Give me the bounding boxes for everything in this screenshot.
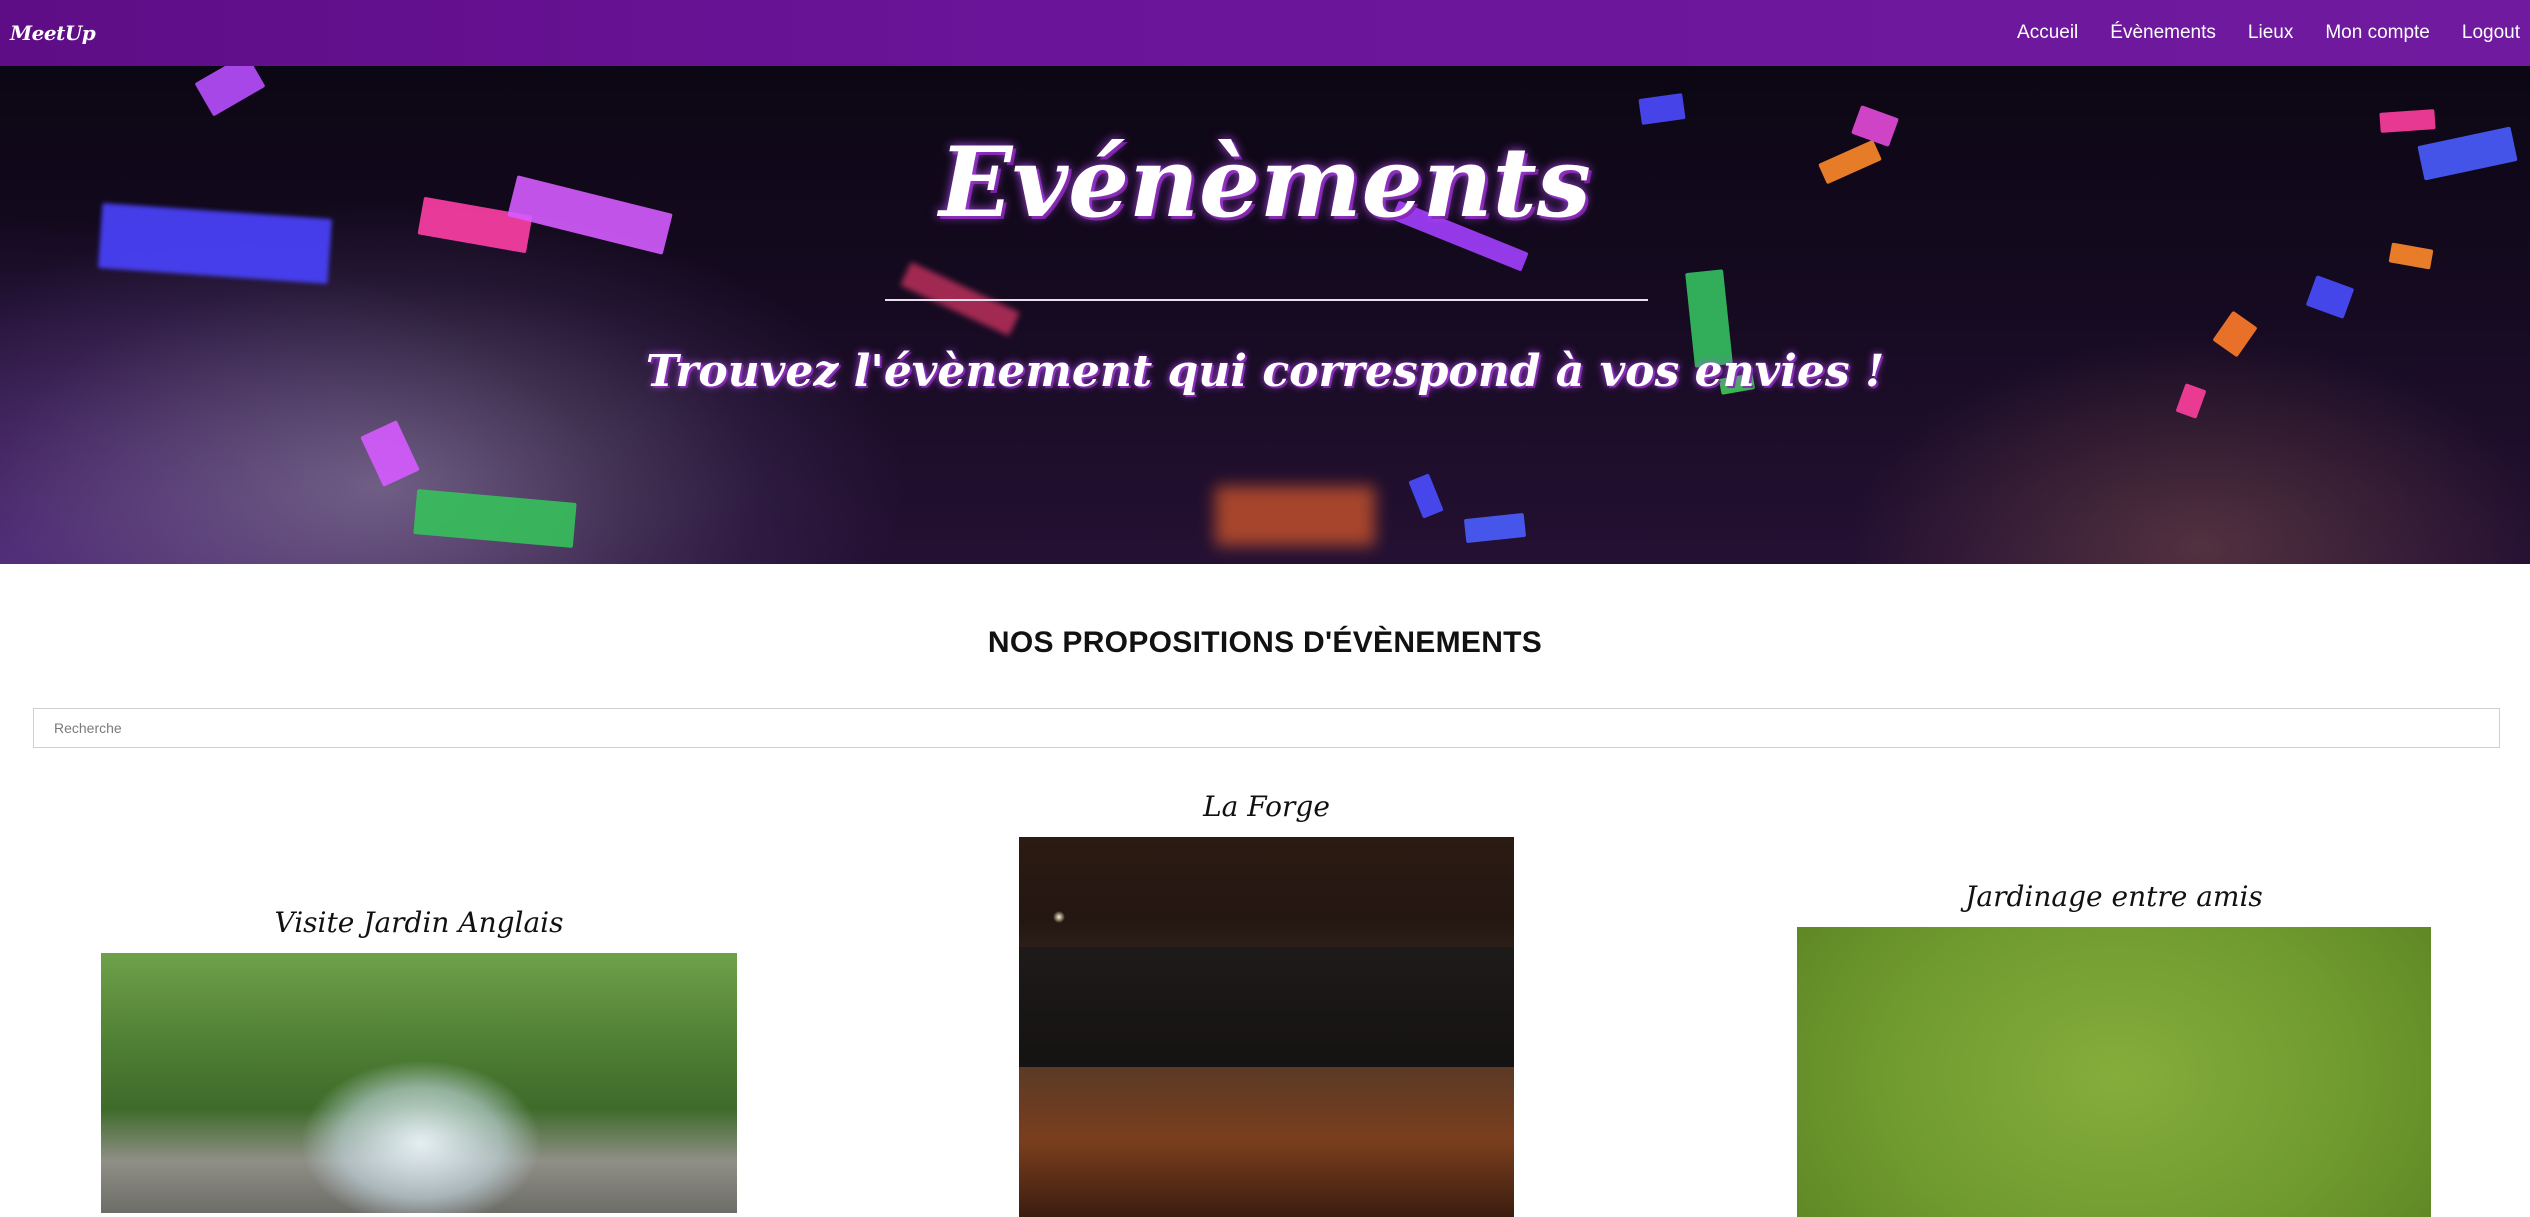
- garden-lawn-image[interactable]: [1797, 927, 2431, 1217]
- confetti-piece: [2305, 275, 2355, 319]
- search-input[interactable]: [33, 708, 2500, 748]
- hero-subtitle: Trouvez l'évènement qui correspond à vos…: [645, 346, 1885, 397]
- event-card[interactable]: La Forge: [1019, 790, 1514, 1217]
- nav-link-logout[interactable]: Logout: [2462, 22, 2520, 44]
- confetti-piece: [2388, 242, 2434, 270]
- confetti-piece: [1463, 512, 1527, 544]
- brand-logo[interactable]: MeetUp: [10, 21, 96, 45]
- event-card-title[interactable]: Jardinage entre amis: [1797, 880, 2431, 913]
- confetti-piece: [360, 420, 420, 487]
- event-card[interactable]: Jardinage entre amis: [1797, 880, 2431, 1217]
- top-navbar: MeetUp Accueil Évènements Lieux Mon comp…: [0, 0, 2530, 66]
- nav-link-mon-compte[interactable]: Mon compte: [2325, 22, 2430, 44]
- nav-link-lieux[interactable]: Lieux: [2248, 22, 2293, 44]
- chalkboard-menu-graphic: [1019, 947, 1514, 1067]
- confetti-piece: [1638, 93, 1686, 125]
- confetti-piece: [194, 66, 266, 117]
- nav-link-accueil[interactable]: Accueil: [2017, 22, 2078, 44]
- event-card-title[interactable]: La Forge: [1019, 790, 1514, 823]
- park-fountain-image[interactable]: [101, 953, 737, 1213]
- confetti-piece: [1408, 473, 1444, 519]
- section-title: NOS PROPOSITIONS D'ÉVÈNEMENTS: [987, 626, 1543, 659]
- bar-interior-image[interactable]: [1019, 837, 1514, 1217]
- confetti-piece: [413, 489, 577, 548]
- park-fountain-photo: [101, 953, 737, 1213]
- hero-banner: Evénèments Trouvez l'évènement qui corre…: [0, 66, 2530, 564]
- event-card[interactable]: Visite Jardin Anglais: [101, 906, 737, 1213]
- confetti-piece: [1215, 486, 1375, 546]
- event-card-title[interactable]: Visite Jardin Anglais: [101, 906, 737, 939]
- nav-link-evenements[interactable]: Évènements: [2110, 22, 2216, 44]
- hero-divider: [885, 299, 1648, 301]
- nav-links: Accueil Évènements Lieux Mon compte Logo…: [1985, 22, 2520, 44]
- hero-title: Evénèments: [939, 126, 1591, 239]
- garden-lawn-photo: [1797, 927, 2431, 1217]
